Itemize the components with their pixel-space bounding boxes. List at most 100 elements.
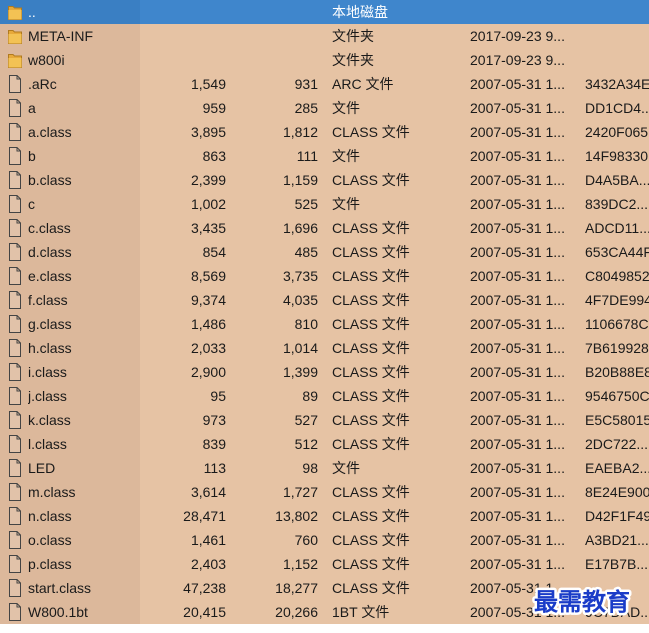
file-modified: 2007-05-31 1... xyxy=(470,76,565,92)
file-name: c xyxy=(28,196,35,212)
file-packed-size: 13,802 xyxy=(275,508,318,524)
file-list-row[interactable]: c.class 3,435 1,696 CLASS 文件 2007-05-31 1...… xyxy=(0,216,649,240)
file-size: 1,486 xyxy=(190,316,226,332)
watermark-text: 最需教育 xyxy=(534,588,630,616)
file-size: 3,614 xyxy=(190,484,226,500)
file-crc: B20B88E8 xyxy=(585,364,649,380)
file-list-row[interactable]: f.class 9,374 4,035 CLASS 文件 2007-05-31 1...… xyxy=(0,288,649,312)
file-name: i.class xyxy=(28,364,67,380)
file-size: 959 xyxy=(202,100,226,116)
file-list-row[interactable]: LED 113 98 文件 2007-05-31 1... EAEBA2... xyxy=(0,456,649,480)
file-name: w800i xyxy=(28,52,65,68)
file-icon xyxy=(8,267,22,285)
file-type: CLASS 文件 xyxy=(332,412,410,428)
file-size: 95 xyxy=(210,388,226,404)
file-type: 文件 xyxy=(332,460,360,476)
file-name: .aRc xyxy=(28,76,57,92)
file-size: 3,435 xyxy=(190,220,226,236)
file-size xyxy=(140,0,226,24)
file-list-row[interactable]: g.class 1,486 810 CLASS 文件 2007-05-31 1... 11… xyxy=(0,312,649,336)
watermark-logo-svg: 最需教育 最需教育 xyxy=(532,586,633,619)
file-list-row[interactable]: a 959 285 文件 2007-05-31 1... DD1CD4... xyxy=(0,96,649,120)
file-size: 1,002 xyxy=(190,196,226,212)
file-crc: 8E24E900 xyxy=(585,484,649,500)
file-size: 854 xyxy=(202,244,226,260)
file-icon xyxy=(8,555,22,573)
file-type: CLASS 文件 xyxy=(332,556,410,572)
file-packed-size: 1,159 xyxy=(282,172,318,188)
file-icon xyxy=(8,459,22,477)
file-packed-size xyxy=(228,48,318,72)
file-name: l.class xyxy=(28,436,67,452)
file-name: e.class xyxy=(28,268,72,284)
file-type: CLASS 文件 xyxy=(332,532,410,548)
file-type: CLASS 文件 xyxy=(332,388,410,404)
file-icon xyxy=(8,243,22,261)
file-list-row[interactable]: i.class 2,900 1,399 CLASS 文件 2007-05-31 1...… xyxy=(0,360,649,384)
file-modified: 2007-05-31 1... xyxy=(470,436,565,452)
file-packed-size: 1,399 xyxy=(282,364,318,380)
file-size: 47,238 xyxy=(183,580,226,596)
file-crc xyxy=(585,0,649,24)
file-packed-size xyxy=(228,24,318,48)
file-modified xyxy=(470,0,576,24)
file-list-row[interactable]: a.class 3,895 1,812 CLASS 文件 2007-05-31 1...… xyxy=(0,120,649,144)
file-list-row[interactable]: h.class 2,033 1,014 CLASS 文件 2007-05-31 1...… xyxy=(0,336,649,360)
file-icon xyxy=(8,147,22,165)
file-modified: 2007-05-31 1... xyxy=(470,148,565,164)
file-size: 2,399 xyxy=(190,172,226,188)
file-list-row[interactable]: j.class 95 89 CLASS 文件 2007-05-31 1... 954675… xyxy=(0,384,649,408)
file-name: o.class xyxy=(28,532,72,548)
file-list-row[interactable]: b.class 2,399 1,159 CLASS 文件 2007-05-31 1...… xyxy=(0,168,649,192)
file-size: 2,033 xyxy=(190,340,226,356)
folder-icon xyxy=(8,27,22,45)
file-modified: 2007-05-31 1... xyxy=(470,412,565,428)
file-icon xyxy=(8,291,22,309)
file-list-row[interactable]: w800i 文件夹 2017-09-23 9... xyxy=(0,48,649,72)
file-crc: ADCD11... xyxy=(585,220,649,236)
parent-directory-row[interactable]: .. 本地磁盘 xyxy=(0,0,649,24)
file-list-row[interactable]: b 863 111 文件 2007-05-31 1... 14F98330 xyxy=(0,144,649,168)
file-icon xyxy=(8,315,22,333)
file-list-row[interactable]: c 1,002 525 文件 2007-05-31 1... 839DC2... xyxy=(0,192,649,216)
file-modified: 2007-05-31 1... xyxy=(470,364,565,380)
file-list-row[interactable]: d.class 854 485 CLASS 文件 2007-05-31 1... 653C… xyxy=(0,240,649,264)
file-type: CLASS 文件 xyxy=(332,292,410,308)
file-size: 863 xyxy=(202,148,226,164)
file-list-row[interactable]: m.class 3,614 1,727 CLASS 文件 2007-05-31 1...… xyxy=(0,480,649,504)
file-packed-size: 760 xyxy=(294,532,318,548)
file-name: n.class xyxy=(28,508,72,524)
file-size xyxy=(140,24,226,48)
file-list-row[interactable]: e.class 8,569 3,735 CLASS 文件 2007-05-31 1...… xyxy=(0,264,649,288)
file-crc: C8049852 xyxy=(585,268,649,284)
file-list-row[interactable]: p.class 2,403 1,152 CLASS 文件 2007-05-31 1...… xyxy=(0,552,649,576)
file-modified: 2007-05-31 1... xyxy=(470,292,565,308)
file-size: 1,461 xyxy=(190,532,226,548)
file-modified: 2007-05-31 1... xyxy=(470,268,565,284)
file-type: CLASS 文件 xyxy=(332,364,410,380)
file-list-row[interactable]: l.class 839 512 CLASS 文件 2007-05-31 1... 2DC7… xyxy=(0,432,649,456)
file-type: 本地磁盘 xyxy=(332,4,388,20)
folder-up-icon xyxy=(8,3,22,21)
file-list-row[interactable]: k.class 973 527 CLASS 文件 2007-05-31 1... E5C5… xyxy=(0,408,649,432)
file-type: CLASS 文件 xyxy=(332,484,410,500)
file-modified: 2007-05-31 1... xyxy=(470,172,565,188)
file-list-row[interactable]: META-INF 文件夹 2017-09-23 9... xyxy=(0,24,649,48)
file-crc: 1106678C xyxy=(585,316,649,332)
file-packed-size: 18,277 xyxy=(275,580,318,596)
file-name: a.class xyxy=(28,124,72,140)
file-list-row[interactable]: .aRc 1,549 931 ARC 文件 2007-05-31 1... 3432A34… xyxy=(0,72,649,96)
file-type: 文件 xyxy=(332,100,360,116)
file-modified: 2007-05-31 1... xyxy=(470,556,565,572)
file-name: h.class xyxy=(28,340,72,356)
file-name: g.class xyxy=(28,316,72,332)
file-list-row[interactable]: o.class 1,461 760 CLASS 文件 2007-05-31 1... A3… xyxy=(0,528,649,552)
file-name: b.class xyxy=(28,172,72,188)
file-icon xyxy=(8,123,22,141)
file-packed-size: 1,152 xyxy=(282,556,318,572)
file-packed-size: 527 xyxy=(294,412,318,428)
file-list-row[interactable]: n.class 28,471 13,802 CLASS 文件 2007-05-31 1.… xyxy=(0,504,649,528)
file-crc xyxy=(585,48,649,72)
file-packed-size: 1,696 xyxy=(282,220,318,236)
file-packed-size: 4,035 xyxy=(282,292,318,308)
